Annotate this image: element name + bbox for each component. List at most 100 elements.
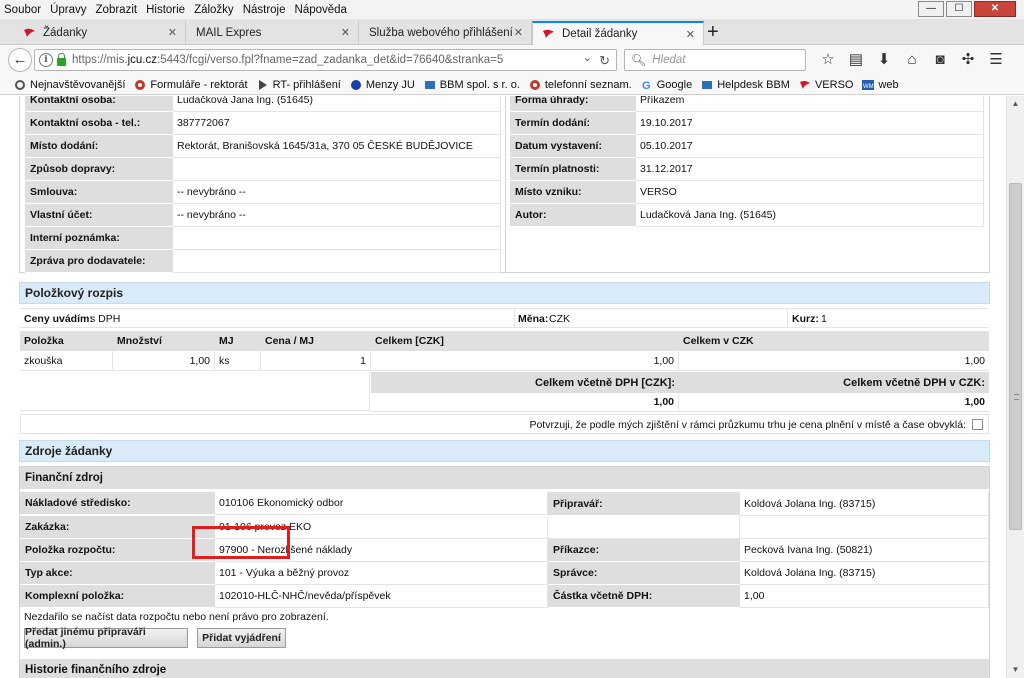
- info-icon[interactable]: i: [39, 53, 53, 67]
- menu-file[interactable]: Soubor: [4, 4, 41, 16]
- menu-view[interactable]: Zobrazit: [96, 4, 138, 16]
- close-window-button[interactable]: ✕: [974, 1, 1016, 17]
- download-icon[interactable]: ⬇: [870, 50, 898, 70]
- funding-row: [548, 516, 989, 539]
- bookmark-helpdesk[interactable]: Helpdesk BBM: [701, 79, 790, 91]
- vertical-scrollbar[interactable]: ▲ ▼: [1006, 96, 1024, 678]
- pass-to-other-preparer-button[interactable]: Předat jinému připraváři (admin.): [24, 626, 188, 650]
- field-value: 101 - Výuka a běžný provoz: [215, 562, 548, 585]
- field-label: Nákladové středisko:: [20, 492, 215, 515]
- document-icon: [424, 80, 435, 89]
- tab-bar: Žádanky ✕ MAIL Expres ✕ Služba webového …: [0, 19, 1024, 45]
- field-value: -- nevybráno --: [173, 204, 501, 227]
- extension-icon[interactable]: ✣: [954, 50, 982, 70]
- info-row: Termín dodání: 19.10.2017: [510, 112, 984, 135]
- bookmark-web[interactable]: WM web: [862, 79, 899, 91]
- field-label: Příkazce:: [548, 539, 740, 562]
- menu-bookmarks[interactable]: Záložky: [194, 4, 234, 16]
- scroll-down-icon[interactable]: ▼: [1007, 662, 1024, 678]
- menu-history[interactable]: Historie: [146, 4, 185, 16]
- google-icon: G: [642, 80, 651, 91]
- highlight-box: [192, 526, 290, 559]
- scrollbar-thumb[interactable]: [1009, 183, 1022, 530]
- svg-text:G: G: [642, 80, 651, 91]
- info-row: Způsob dopravy:: [25, 158, 501, 181]
- back-arrow-icon[interactable]: ←: [8, 48, 32, 72]
- rt-icon: [258, 79, 267, 90]
- prices-value: s DPH: [90, 313, 121, 325]
- tab-sluzba-prihlaseni[interactable]: Služba webového přihlášení ✕: [360, 21, 532, 45]
- scroll-up-icon[interactable]: ▲: [1007, 96, 1024, 112]
- verso-icon: [799, 80, 811, 89]
- menu-help[interactable]: Nápověda: [295, 4, 347, 16]
- close-tab-icon[interactable]: ✕: [341, 26, 350, 39]
- chevron-down-icon[interactable]: ⌄: [583, 51, 592, 64]
- info-row: Zpráva pro dodavatele:: [25, 250, 501, 273]
- toolbar-icons: ☆ ▤ ⬇ ⌂ ◙ ✣ ☰: [814, 50, 1010, 70]
- field-value: 387772067: [173, 112, 501, 135]
- bookmark-google[interactable]: G Google: [641, 79, 692, 91]
- flower-icon: [529, 79, 540, 90]
- maximize-button[interactable]: ☐: [946, 1, 972, 17]
- table-row: zkouška 1,00 ks 1 1,00 1,00: [20, 351, 989, 371]
- tab-mail-expres[interactable]: MAIL Expres ✕: [187, 21, 359, 45]
- cell-qty: 1,00: [113, 351, 215, 370]
- totals-value-row: 1,00 1,00: [371, 393, 989, 412]
- totals-label-row: Celkem včetně DPH [CZK]: Celkem včetně D…: [371, 372, 989, 393]
- field-label: Místo vzniku:: [510, 181, 636, 204]
- field-label: Termín dodání:: [510, 112, 636, 135]
- field-label: Částka včetně DPH:: [548, 585, 740, 608]
- close-tab-icon[interactable]: ✕: [168, 26, 177, 39]
- new-tab-icon[interactable]: +: [707, 21, 719, 43]
- hamburger-menu-icon[interactable]: ☰: [982, 50, 1010, 70]
- field-label: Správce:: [548, 562, 740, 585]
- column-header: Množství: [117, 335, 162, 347]
- budget-note: Nezdařilo se načíst data rozpočtu nebo n…: [24, 611, 329, 623]
- menu-bar: Soubor Úpravy Zobrazit Historie Záložky …: [0, 0, 1024, 19]
- price-confirmation-row: Potvrzuji, že podle mých zjištění v rámc…: [20, 414, 989, 434]
- tab-detail-zadanky[interactable]: Detail žádanky ✕: [532, 21, 704, 45]
- bookmark-bbm[interactable]: BBM spol. s r. o.: [424, 79, 520, 91]
- bookmark-verso[interactable]: VERSO: [799, 79, 853, 91]
- funding-row: Typ akce: 101 - Výuka a běžný provoz: [20, 562, 548, 585]
- field-value: 1,00: [740, 585, 989, 608]
- bookmark-rt-login[interactable]: RT- přihlášení: [257, 79, 341, 91]
- section-title-sources: Zdroje žádanky: [19, 440, 990, 462]
- bookmark-menzy[interactable]: Menzy JU: [350, 79, 415, 91]
- bookmark-forms[interactable]: Formuláře - rektorát: [134, 79, 248, 91]
- tab-zadanky[interactable]: Žádanky ✕: [14, 21, 186, 45]
- close-tab-icon[interactable]: ✕: [514, 26, 523, 39]
- field-label: Položka rozpočtu:: [20, 539, 215, 562]
- bookmark-star-icon[interactable]: ☆: [814, 50, 842, 70]
- field-label: Kontaktní osoba:: [25, 96, 173, 112]
- add-statement-button[interactable]: Přidat vyjádření: [197, 628, 286, 648]
- pocket-icon[interactable]: ◙: [926, 50, 954, 70]
- confirmation-checkbox[interactable]: [972, 419, 983, 430]
- total-vat-in-czk-label: Celkem včetně DPH v CZK:: [843, 376, 985, 389]
- menu-tools[interactable]: Nástroje: [243, 4, 286, 16]
- home-icon[interactable]: ⌂: [898, 50, 926, 70]
- column-header: Celkem v CZK: [683, 335, 754, 347]
- funding-subtitle: Finanční zdroj: [20, 467, 989, 489]
- currency-value: CZK: [549, 313, 570, 325]
- search-icon: 🔍︎: [631, 53, 647, 67]
- cell-unit: ks: [215, 351, 261, 370]
- menu-edit[interactable]: Úpravy: [50, 4, 86, 16]
- navigation-bar: ← i https://mis.jcu.cz:5443/fcgi/verso.f…: [0, 45, 1024, 75]
- lock-icon: [57, 53, 66, 66]
- document-icon: [702, 80, 713, 89]
- verso-icon: [543, 29, 554, 38]
- field-label: Interní poznámka:: [25, 227, 173, 250]
- info-row: Místo vzniku: VERSO: [510, 181, 984, 204]
- tab-label: Detail žádanky: [562, 28, 638, 40]
- column-header: Celkem [CZK]: [375, 335, 444, 347]
- url-bar[interactable]: i https://mis.jcu.cz:5443/fcgi/verso.fpl…: [34, 49, 617, 71]
- reload-icon[interactable]: ↻: [599, 53, 610, 69]
- reading-list-icon[interactable]: ▤: [842, 50, 870, 70]
- column-divider: [505, 96, 506, 273]
- bookmark-most-visited[interactable]: Nejnavštěvovanější: [14, 79, 125, 91]
- bookmark-phonebook[interactable]: telefonní seznam.: [529, 79, 632, 91]
- minimize-button[interactable]: —: [918, 1, 944, 17]
- search-input[interactable]: 🔍︎ Hledat: [624, 49, 806, 71]
- close-tab-icon[interactable]: ✕: [686, 28, 695, 41]
